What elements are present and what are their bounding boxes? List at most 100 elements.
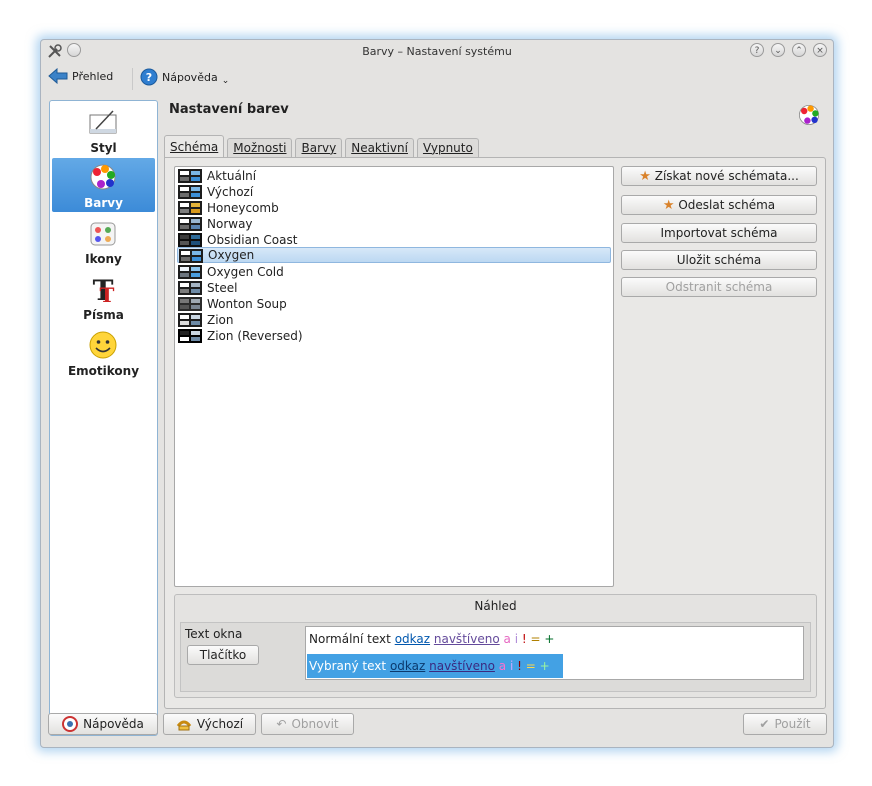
scheme-label: Honeycomb — [207, 201, 279, 215]
minimize-button[interactable]: ⌄ — [771, 43, 785, 57]
tab-disabled[interactable]: Vypnuto — [416, 138, 479, 157]
scheme-label: Oxygen Cold — [207, 265, 284, 279]
window-title: Barvy – Nastavení systému — [362, 45, 512, 58]
sidebar-item-label: Písma — [83, 308, 124, 322]
negative-symbol: ! — [521, 632, 527, 646]
preview-view: Normální text odkaz navštíveno a i ! = +… — [305, 626, 804, 680]
chevron-down-icon: ⌄ — [221, 76, 230, 86]
list-item[interactable]: Wonton Soup — [177, 296, 611, 312]
checkmark-icon: ✔ — [759, 717, 770, 731]
preview-group: Náhled Text okna Tlačítko Normální text … — [174, 594, 817, 698]
neutral-symbol: = — [530, 632, 541, 646]
apply-button[interactable]: ✔ Použít — [743, 713, 827, 735]
colors-header-icon — [799, 105, 819, 125]
tab-bar: Schéma Možnosti Barvy Neaktivní Vypnuto — [164, 135, 479, 158]
button-label: Použít — [774, 717, 811, 731]
footer-bar: Nápověda Výchozí ↶ Obnovit ✔ Použít — [41, 713, 833, 741]
selected-inactive-symbol: i — [509, 659, 514, 673]
fonts-icon: TT — [93, 274, 115, 304]
selected-text: Vybraný text — [309, 659, 387, 673]
selected-active-symbol: a — [498, 659, 507, 673]
scheme-label: Steel — [207, 281, 238, 295]
scheme-list[interactable]: Aktuální Výchozí Honeycomb Norway Obsidi… — [174, 166, 614, 587]
maximize-button[interactable]: ⌃ — [792, 43, 806, 57]
preview-selected-line: Vybraný text odkaz navštíveno a i ! = + — [307, 654, 563, 678]
active-symbol: a — [503, 632, 511, 646]
scheme-label: Aktuální — [207, 169, 257, 183]
style-icon — [89, 110, 117, 134]
list-item[interactable]: Zion — [177, 312, 611, 328]
preview-normal-line: Normální text odkaz navštíveno a i ! = + — [309, 632, 554, 646]
scheme-swatch — [178, 185, 202, 199]
list-item[interactable]: Obsidian Coast — [177, 232, 611, 248]
scheme-swatch — [178, 217, 202, 231]
selected-positive-symbol: + — [539, 659, 550, 673]
scheme-swatch — [178, 297, 202, 311]
scheme-swatch — [178, 169, 202, 183]
upload-scheme-button[interactable]: ★ Odeslat schéma — [621, 195, 817, 215]
scheme-swatch — [179, 249, 203, 263]
tab-options[interactable]: Možnosti — [227, 138, 293, 157]
overview-button[interactable]: Přehled — [48, 68, 113, 84]
button-label: Obnovit — [291, 717, 339, 731]
save-scheme-button[interactable]: Uložit schéma — [621, 250, 817, 270]
close-button[interactable]: × — [813, 43, 827, 57]
scheme-swatch — [178, 281, 202, 295]
toolbar: Přehled ? Nápověda ⌄ — [41, 64, 833, 92]
sidebar-item-style[interactable]: Styl — [52, 103, 155, 157]
help-menu-button[interactable]: ? Nápověda ⌄ — [140, 68, 229, 86]
remove-scheme-button[interactable]: Odstranit schéma — [621, 277, 817, 297]
icons-icon — [90, 222, 116, 246]
sidebar-item-emoticons[interactable]: Emotikony — [52, 326, 155, 380]
sidebar-item-colors[interactable]: Barvy — [52, 158, 155, 212]
button-label: Získat nové schémata... — [654, 169, 799, 183]
list-item[interactable]: Norway — [177, 216, 611, 232]
sidebar-item-label: Ikony — [85, 252, 122, 266]
get-new-schemes-button[interactable]: ★ Získat nové schémata... — [621, 166, 817, 186]
list-item[interactable]: Zion (Reversed) — [177, 328, 611, 344]
preview-area: Text okna Tlačítko Normální text odkaz n… — [180, 622, 811, 692]
button-label: Nápověda — [83, 717, 144, 731]
list-item[interactable]: Aktuální — [177, 168, 611, 184]
help-title-button[interactable]: ? — [750, 43, 764, 57]
defaults-button[interactable]: Výchozí — [163, 713, 256, 735]
page-title: Nastavení barev — [169, 102, 289, 117]
import-scheme-button[interactable]: Importovat schéma — [621, 223, 817, 243]
selected-visited-text: navštíveno — [429, 659, 495, 673]
positive-symbol: + — [544, 632, 555, 646]
back-arrow-icon — [48, 68, 68, 84]
help-book-icon — [62, 716, 79, 732]
preview-button[interactable]: Tlačítko — [187, 645, 259, 665]
scheme-panel: Aktuální Výchozí Honeycomb Norway Obsidi… — [164, 157, 826, 709]
scheme-swatch — [178, 201, 202, 215]
button-label: Odeslat schéma — [678, 198, 776, 212]
tab-inactive[interactable]: Neaktivní — [345, 138, 414, 157]
footer-help-button[interactable]: Nápověda — [48, 713, 158, 735]
list-item-selected[interactable]: Oxygen — [177, 247, 611, 263]
tab-scheme[interactable]: Schéma — [164, 135, 225, 157]
scheme-swatch — [178, 233, 202, 247]
sidebar-item-icons[interactable]: Ikony — [52, 214, 155, 268]
sidebar-item-label: Styl — [90, 141, 117, 155]
visited-text: navštíveno — [433, 632, 500, 646]
list-item[interactable]: Steel — [177, 280, 611, 296]
sidebar-item-label: Barvy — [84, 196, 123, 210]
colors-icon — [90, 164, 116, 190]
list-item[interactable]: Oxygen Cold — [177, 264, 611, 280]
selected-neutral-symbol: = — [525, 659, 536, 673]
sidebar-item-fonts[interactable]: TT Písma — [52, 270, 155, 324]
titlebar: Barvy – Nastavení systému ? ⌄ ⌃ × — [41, 40, 833, 63]
list-item[interactable]: Honeycomb — [177, 200, 611, 216]
scheme-label: Obsidian Coast — [207, 233, 298, 247]
svg-text:?: ? — [146, 71, 152, 84]
reset-button[interactable]: ↶ Obnovit — [261, 713, 354, 735]
defaults-icon — [176, 720, 192, 731]
overview-label: Přehled — [72, 69, 114, 83]
category-sidebar: Styl Barvy Ikony TT Písma Emotikony — [49, 100, 158, 736]
list-item[interactable]: Výchozí — [177, 184, 611, 200]
settings-window: Barvy – Nastavení systému ? ⌄ ⌃ × Přehle… — [40, 39, 834, 748]
scheme-swatch — [178, 265, 202, 279]
button-label: Výchozí — [196, 717, 244, 731]
emoticons-icon — [89, 331, 117, 359]
tab-colors[interactable]: Barvy — [295, 138, 343, 157]
